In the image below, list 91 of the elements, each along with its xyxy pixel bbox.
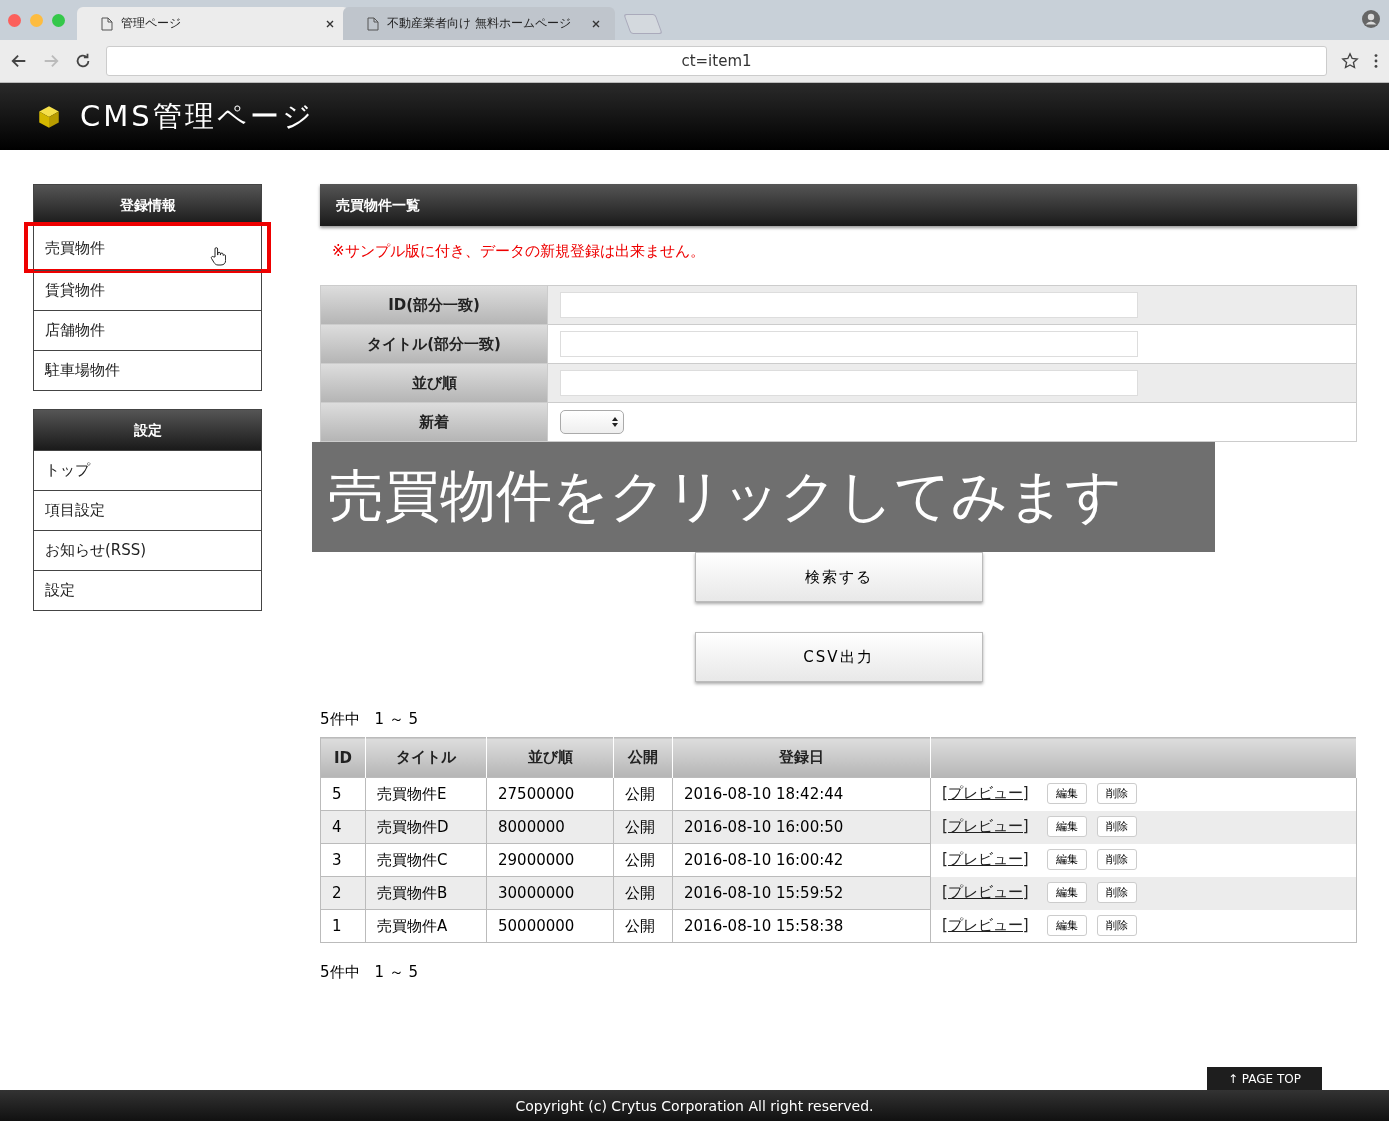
edit-button[interactable]: 編集 (1046, 849, 1087, 870)
search-button[interactable]: 検索する (694, 552, 983, 602)
preview-link[interactable]: [プレビュー] (942, 850, 1029, 869)
user-icon[interactable] (1361, 9, 1381, 29)
notice-text: ※サンプル版に付き、データの新規登録は出来ません。 (332, 242, 706, 261)
sidebar-item[interactable]: お知らせ(RSS) (34, 530, 261, 570)
reload-icon[interactable] (74, 52, 92, 70)
table-cell: 2016-08-10 15:58:38 (672, 909, 931, 943)
table-cell: 2016-08-10 16:00:50 (672, 810, 931, 844)
table-cell: 2016-08-10 15:59:52 (672, 876, 931, 910)
form-label: タイトル(部分一致) (321, 325, 548, 363)
sidebar-item[interactable]: 売買物件 (27, 225, 268, 270)
hand-cursor-icon (210, 246, 226, 266)
new-tab-button[interactable] (623, 14, 663, 34)
sidebar-heading: 登録情報 (34, 185, 261, 225)
column-header: 登録日 (672, 737, 931, 778)
delete-button[interactable]: 削除 (1096, 783, 1137, 804)
edit-button[interactable]: 編集 (1046, 783, 1087, 804)
column-header: 公開 (613, 737, 673, 778)
table-cell: 売買物件C (365, 843, 487, 877)
page-top-button[interactable]: ↑ PAGE TOP (1207, 1067, 1322, 1090)
sidebar-item[interactable]: 賃貸物件 (34, 270, 261, 310)
delete-button[interactable]: 削除 (1096, 915, 1137, 936)
close-icon[interactable] (591, 18, 601, 29)
table-cell: 2 (320, 876, 366, 910)
document-icon (367, 16, 379, 31)
edit-button[interactable]: 編集 (1046, 882, 1087, 903)
select-dropdown[interactable] (560, 410, 624, 434)
table-cell: 3 (320, 843, 366, 877)
column-header: 並び順 (486, 737, 614, 778)
column-header: ID (320, 737, 366, 778)
star-icon[interactable] (1341, 52, 1359, 70)
preview-link[interactable]: [プレビュー] (942, 784, 1029, 803)
close-icon[interactable] (325, 18, 335, 29)
sidebar-item[interactable]: 設定 (34, 570, 261, 610)
table-cell: 公開 (613, 909, 673, 943)
table-cell: 公開 (613, 843, 673, 877)
table-cell: 公開 (613, 777, 673, 811)
table-cell: 売買物件A (365, 909, 487, 943)
preview-link[interactable]: [プレビュー] (942, 883, 1029, 902)
table-cell: 4 (320, 810, 366, 844)
forward-arrow-icon[interactable] (42, 52, 60, 70)
browser-tab[interactable]: 不動産業者向け 無料ホームページ (343, 7, 615, 40)
table-cell: 売買物件B (365, 876, 487, 910)
result-count: 5件中 1 ～ 5 (320, 710, 420, 729)
result-count: 5件中 1 ～ 5 (320, 963, 420, 982)
table-cell: 29000000 (486, 843, 614, 877)
table-cell: 公開 (613, 876, 673, 910)
column-header: タイトル (365, 737, 487, 778)
table-cell: 27500000 (486, 777, 614, 811)
edit-button[interactable]: 編集 (1046, 816, 1087, 837)
sidebar-item[interactable]: 店舗物件 (34, 310, 261, 350)
preview-link[interactable]: [プレビュー] (942, 916, 1029, 935)
cube-icon (36, 103, 62, 130)
video-caption: 売買物件をクリックしてみます (312, 442, 1215, 552)
updown-arrows-icon (611, 416, 619, 428)
table-cell: 2016-08-10 16:00:42 (672, 843, 931, 877)
delete-button[interactable]: 削除 (1096, 816, 1137, 837)
form-label: 並び順 (321, 364, 548, 402)
site-title: CMS管理ページ (80, 97, 315, 135)
table-cell: 50000000 (486, 909, 614, 943)
table-cell: 1 (320, 909, 366, 943)
table-cell: 公開 (613, 810, 673, 844)
table-cell: 売買物件D (365, 810, 487, 844)
input-field[interactable] (560, 370, 1138, 396)
csv-export-button[interactable]: CSV出力 (694, 632, 983, 682)
table-cell: 2016-08-10 18:42:44 (672, 777, 931, 811)
form-label: 新着 (321, 403, 548, 441)
preview-link[interactable]: [プレビュー] (942, 817, 1029, 836)
table-cell: 5 (320, 777, 366, 811)
section-title-bar: 売買物件一覧 (320, 184, 1357, 226)
table-cell: 売買物件E (365, 777, 487, 811)
delete-button[interactable]: 削除 (1096, 849, 1137, 870)
edit-button[interactable]: 編集 (1046, 915, 1087, 936)
back-arrow-icon[interactable] (10, 52, 28, 70)
sidebar-item[interactable]: 駐車場物件 (34, 350, 261, 390)
maximize-window-icon[interactable] (52, 13, 65, 27)
delete-button[interactable]: 削除 (1096, 882, 1137, 903)
input-field[interactable] (560, 292, 1138, 318)
document-icon (101, 16, 113, 31)
footer-copyright: Copyright (c) Crytus Corporation All right reserved. (0, 1090, 1389, 1121)
table-cell: 8000000 (486, 810, 614, 844)
close-window-icon[interactable] (8, 13, 21, 27)
sidebar-item[interactable]: 項目設定 (34, 490, 261, 530)
form-label: ID(部分一致) (321, 286, 548, 324)
table-cell: 30000000 (486, 876, 614, 910)
input-field[interactable] (560, 331, 1138, 357)
address-field[interactable]: ct=item1 (106, 46, 1327, 76)
sidebar-heading: 設定 (34, 410, 261, 450)
sidebar-item[interactable]: トップ (34, 450, 261, 490)
more-menu-icon[interactable] (1373, 52, 1379, 70)
